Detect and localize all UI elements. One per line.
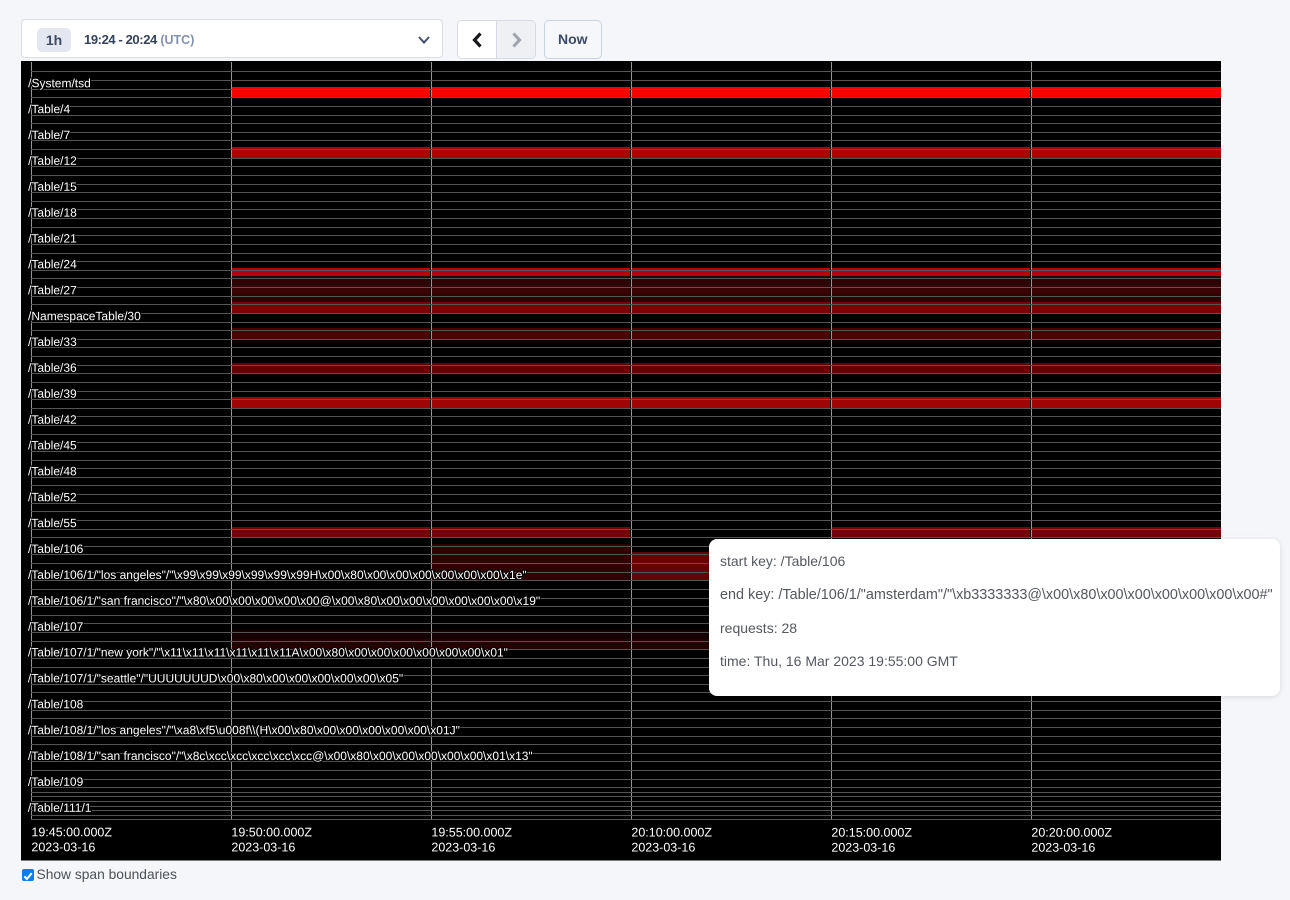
svg-text:/Table/106/1/"san francisco"/": /Table/106/1/"san francisco"/"\x80\x00\x…	[28, 594, 540, 608]
svg-text:/Table/12: /Table/12	[28, 154, 77, 168]
svg-text:/Table/33: /Table/33	[28, 335, 77, 349]
svg-text:/Table/108: /Table/108	[28, 697, 84, 711]
svg-text:2023-03-16: 2023-03-16	[231, 840, 295, 854]
svg-text:/Table/15: /Table/15	[28, 180, 77, 194]
svg-text:/Table/4: /Table/4	[28, 102, 70, 116]
svg-text:20:20:00.000Z: 20:20:00.000Z	[1031, 826, 1112, 840]
svg-text:/Table/107/1/"seattle"/"UUUUUU: /Table/107/1/"seattle"/"UUUUUUUD\x00\x80…	[28, 671, 403, 685]
svg-text:/System/tsd: /System/tsd	[28, 76, 91, 90]
svg-text:2023-03-16: 2023-03-16	[31, 840, 95, 854]
svg-text:20:10:00.000Z: 20:10:00.000Z	[631, 826, 712, 840]
svg-text:/Table/45: /Table/45	[28, 438, 77, 452]
svg-text:/Table/109: /Table/109	[28, 775, 84, 789]
svg-text:2023-03-16: 2023-03-16	[831, 841, 895, 855]
svg-text:/Table/7: /Table/7	[28, 128, 70, 142]
svg-text:/Table/107/1/"new york"/"\x11\: /Table/107/1/"new york"/"\x11\x11\x11\x1…	[28, 645, 508, 659]
svg-text:/Table/106/1/"los angeles"/"\x: /Table/106/1/"los angeles"/"\x99\x99\x99…	[28, 568, 527, 582]
svg-text:/Table/21: /Table/21	[28, 231, 77, 245]
svg-text:/NamespaceTable/30: /NamespaceTable/30	[28, 309, 141, 323]
svg-text:/Table/42: /Table/42	[28, 413, 77, 427]
svg-text:/Table/55: /Table/55	[28, 516, 77, 530]
svg-text:/Table/108/1/"san francisco"/": /Table/108/1/"san francisco"/"\x8c\xcc\x…	[28, 749, 533, 763]
svg-text:2023-03-16: 2023-03-16	[631, 841, 695, 855]
svg-text:/Table/24: /Table/24	[28, 257, 77, 271]
svg-text:20:15:00.000Z: 20:15:00.000Z	[831, 826, 912, 840]
svg-text:19:55:00.000Z: 19:55:00.000Z	[431, 825, 512, 839]
svg-text:/Table/106: /Table/106	[28, 542, 84, 556]
svg-text:2023-03-16: 2023-03-16	[431, 840, 495, 854]
svg-text:/Table/108/1/"los angeles"/"\x: /Table/108/1/"los angeles"/"\xa8\xf5\u00…	[28, 723, 460, 737]
svg-text:2023-03-16: 2023-03-16	[1031, 841, 1095, 855]
svg-text:/Table/48: /Table/48	[28, 464, 77, 478]
svg-text:/Table/111/1: /Table/111/1	[28, 801, 92, 815]
svg-text:/Table/36: /Table/36	[28, 361, 77, 375]
svg-text:19:50:00.000Z: 19:50:00.000Z	[231, 825, 312, 839]
svg-text:19:45:00.000Z: 19:45:00.000Z	[31, 825, 112, 839]
svg-text:/Table/107: /Table/107	[28, 620, 84, 634]
svg-text:/Table/52: /Table/52	[28, 490, 77, 504]
svg-text:/Table/18: /Table/18	[28, 206, 77, 220]
svg-text:/Table/27: /Table/27	[28, 283, 77, 297]
svg-text:/Table/39: /Table/39	[28, 387, 77, 401]
